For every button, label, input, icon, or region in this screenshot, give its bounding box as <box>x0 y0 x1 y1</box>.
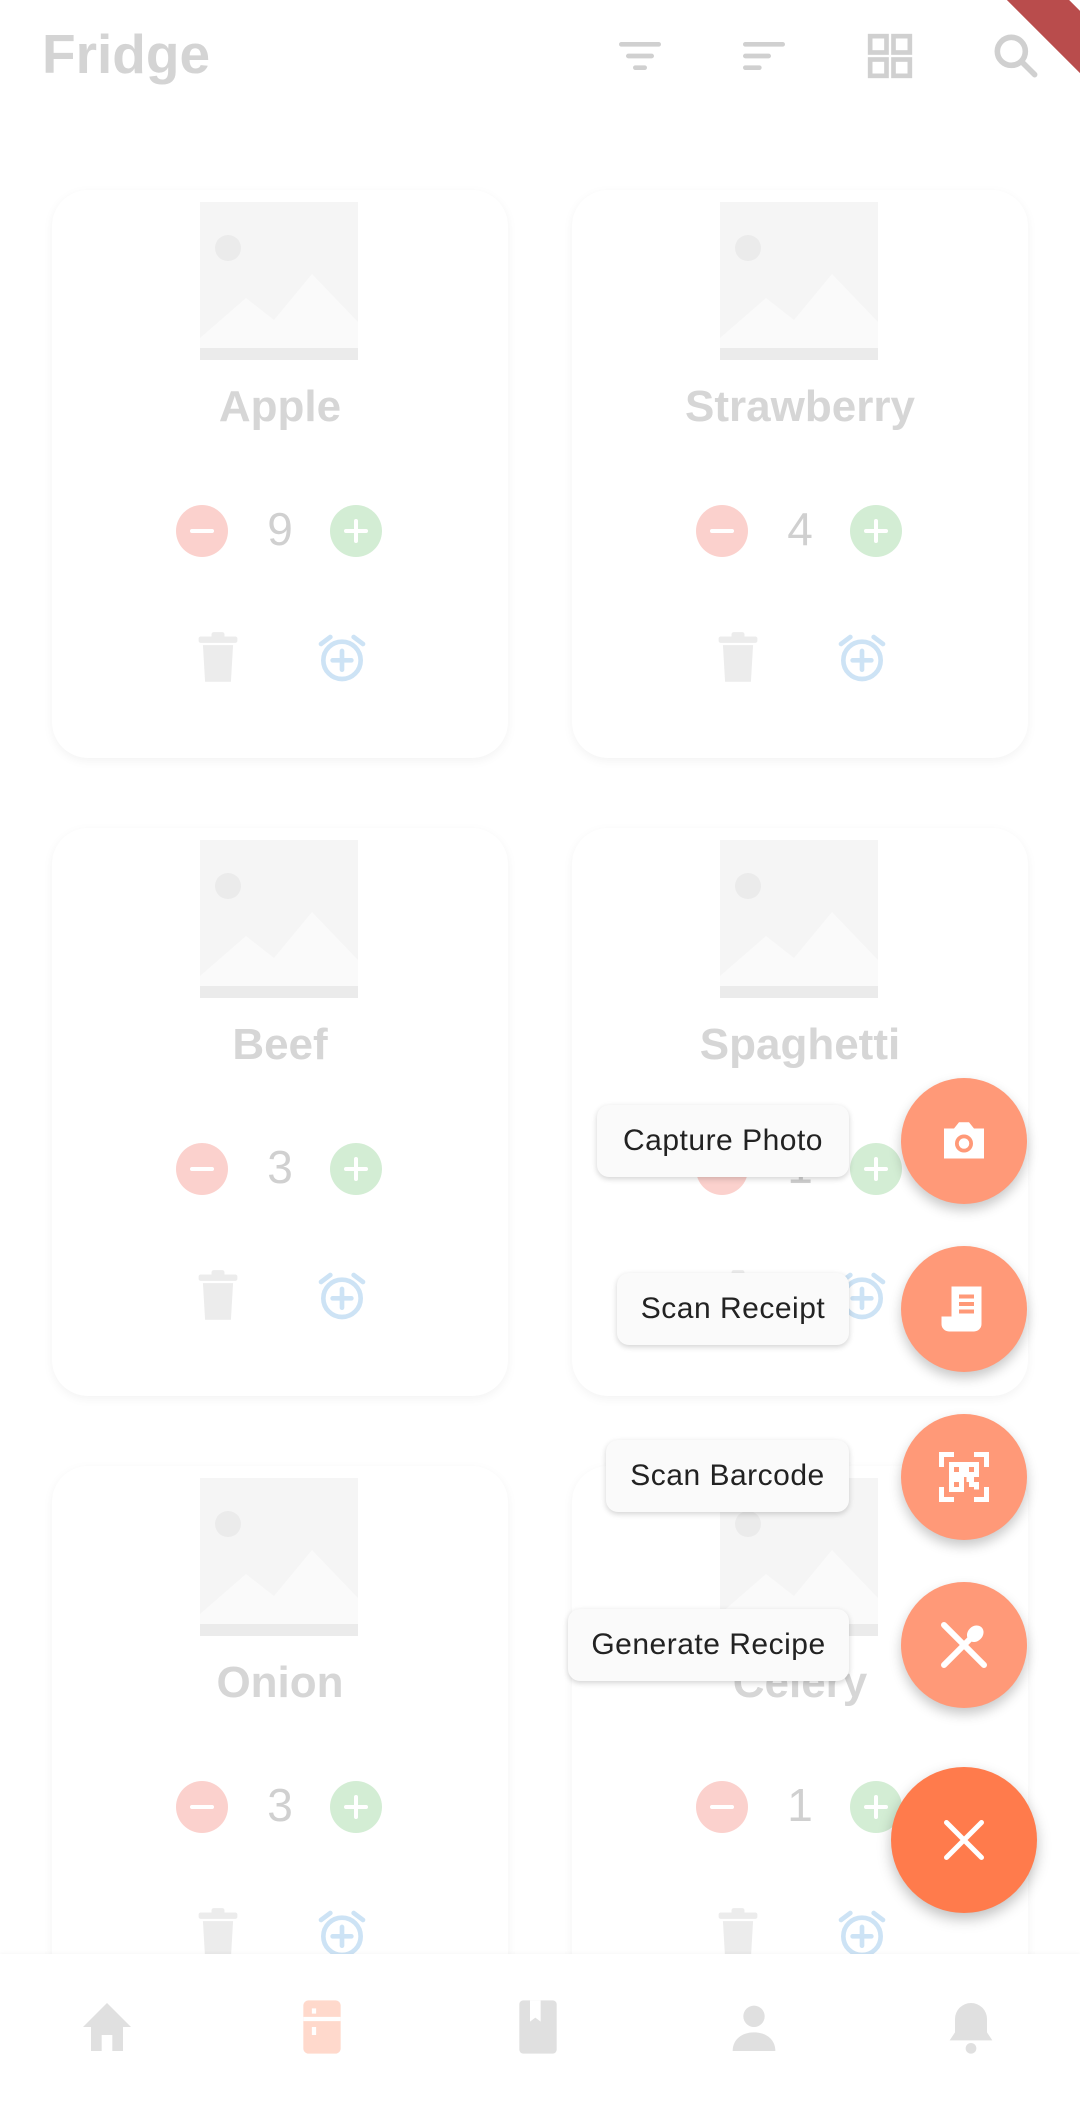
delete-icon[interactable] <box>192 630 244 686</box>
page-title: Fridge <box>42 23 211 85</box>
generate-recipe-label[interactable]: Generate Recipe <box>568 1609 849 1681</box>
image-placeholder-icon <box>200 202 358 360</box>
generate-recipe-button[interactable] <box>901 1582 1027 1708</box>
item-quantity: 1 <box>787 1779 813 1831</box>
delete-icon[interactable] <box>192 1268 244 1324</box>
sort-icon[interactable] <box>736 28 792 84</box>
barcode-icon <box>939 1452 989 1502</box>
decrement-button[interactable] <box>176 505 228 557</box>
add-alarm-icon[interactable] <box>314 630 370 686</box>
image-placeholder-icon <box>720 840 878 998</box>
close-speed-dial-button[interactable] <box>891 1767 1037 1913</box>
home-icon[interactable] <box>75 1992 139 2062</box>
increment-button[interactable] <box>330 1781 382 1833</box>
book-icon[interactable] <box>506 1992 570 2062</box>
receipt-icon <box>941 1286 982 1332</box>
close-icon <box>944 1820 984 1860</box>
capture-photo-button[interactable] <box>901 1078 1027 1204</box>
image-placeholder-icon <box>200 840 358 998</box>
delete-icon[interactable] <box>712 630 764 686</box>
filter-icon[interactable] <box>612 28 668 84</box>
item-name: Onion <box>216 1658 344 1707</box>
capture-photo-label[interactable]: Capture Photo <box>597 1105 849 1177</box>
increment-button[interactable] <box>330 505 382 557</box>
item-quantity: 3 <box>267 1779 293 1831</box>
app-bar: Fridge <box>0 0 1080 112</box>
item-name: Strawberry <box>685 382 915 431</box>
item-name: Apple <box>218 382 342 431</box>
camera-icon <box>944 1122 984 1159</box>
grid-view-icon[interactable] <box>862 28 918 84</box>
decrement-button[interactable] <box>176 1143 228 1195</box>
item-card[interactable]: Beef 3 <box>52 828 508 1396</box>
add-alarm-icon[interactable] <box>314 1268 370 1324</box>
scan-barcode-label[interactable]: Scan Barcode <box>606 1440 849 1512</box>
search-icon[interactable] <box>988 28 1044 84</box>
item-quantity: 3 <box>267 1141 293 1193</box>
fridge-icon[interactable] <box>290 1992 354 2062</box>
item-name: Spaghetti <box>699 1020 901 1069</box>
scan-receipt-label[interactable]: Scan Receipt <box>617 1273 849 1345</box>
item-card[interactable]: Apple 9 <box>52 190 508 758</box>
scan-barcode-button[interactable] <box>901 1414 1027 1540</box>
item-card[interactable]: Strawberry 4 <box>572 190 1028 758</box>
item-card[interactable]: Onion 3 <box>52 1466 508 2034</box>
add-alarm-icon[interactable] <box>834 630 890 686</box>
decrement-button[interactable] <box>696 1781 748 1833</box>
utensils-icon <box>941 1622 987 1668</box>
image-placeholder-icon <box>720 202 878 360</box>
item-name: Beef <box>232 1020 328 1069</box>
decrement-button[interactable] <box>696 505 748 557</box>
item-quantity: 9 <box>267 503 293 555</box>
item-quantity: 4 <box>787 503 813 555</box>
increment-button[interactable] <box>330 1143 382 1195</box>
item-card[interactable]: Celery 1 <box>572 1466 1028 2034</box>
bottom-navigation <box>0 1954 1080 2113</box>
image-placeholder-icon <box>200 1478 358 1636</box>
person-icon[interactable] <box>722 1992 786 2062</box>
increment-button[interactable] <box>850 1143 902 1195</box>
bell-icon[interactable] <box>939 1992 1003 2062</box>
scan-receipt-button[interactable] <box>901 1246 1027 1372</box>
increment-button[interactable] <box>850 505 902 557</box>
decrement-button[interactable] <box>176 1781 228 1833</box>
